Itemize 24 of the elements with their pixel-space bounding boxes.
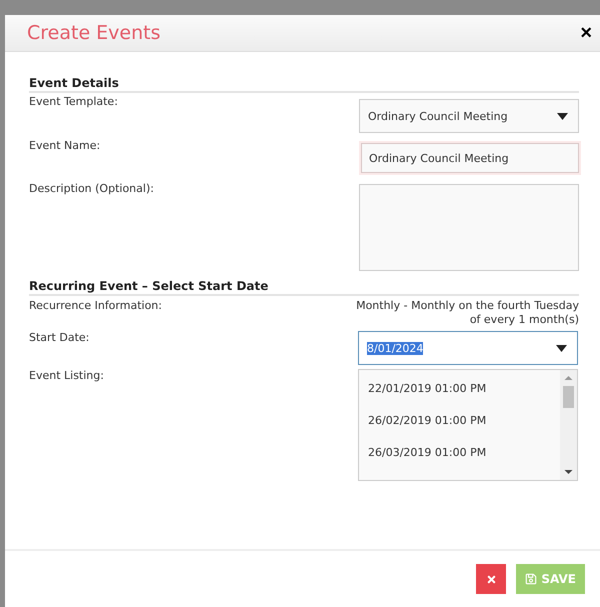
caret-icon [557, 112, 568, 120]
field-label: Start Date: [29, 331, 90, 344]
scrollbar[interactable] [560, 370, 577, 480]
listing-item[interactable]: 26/02/2019 01:00 PM [359, 408, 560, 440]
field-label: Recurrence Information: [29, 299, 162, 312]
field-label: Event Name: [29, 139, 100, 152]
listing-item[interactable]: 22/01/2019 01:00 PM [359, 376, 560, 408]
field-label: Description (Optional): [29, 182, 154, 195]
event-listing[interactable]: 22/01/2019 01:00 PM 26/02/2019 01:00 PM 26/03/2019 01:00 PM [358, 369, 578, 481]
cancel-button[interactable] [476, 564, 506, 594]
description-field[interactable] [359, 184, 579, 271]
section-heading: Event Details [29, 76, 579, 93]
dialog-title: Create Events [27, 22, 161, 44]
field-label: Event Template: [29, 95, 118, 108]
recurrence-info: Monthly - Monthly on the fourth Tuesday of every 1 month(s) [356, 299, 579, 327]
field-label: Event Listing: [29, 369, 104, 382]
listing-item[interactable]: 26/03/2019 01:00 PM [359, 440, 560, 472]
close-button[interactable]: × [580, 22, 592, 44]
start-date-select[interactable]: 8/01/2024 [358, 331, 578, 365]
section-heading: Recurring Event – Select Start Date [29, 279, 579, 296]
caret-icon [556, 344, 567, 352]
template-select[interactable]: Ordinary Council Meeting [359, 99, 579, 133]
event-name-field[interactable]: Ordinary Council Meeting [361, 143, 579, 173]
close-icon [486, 574, 497, 584]
